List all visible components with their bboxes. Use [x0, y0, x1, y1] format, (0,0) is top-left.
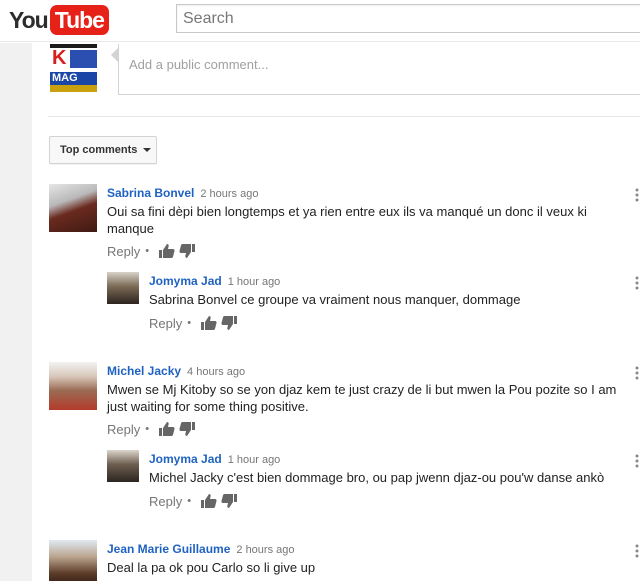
separator-dot: •: [187, 495, 192, 507]
comment-time[interactable]: 1 hour ago: [228, 454, 281, 466]
separator-dot: •: [187, 317, 192, 329]
caret-down-icon: [143, 148, 152, 152]
add-comment-box[interactable]: [118, 44, 640, 95]
sort-label: Top comments: [60, 144, 138, 156]
comment-header: Michel Jacky 4 hours ago: [107, 362, 245, 380]
masthead: You Tube: [0, 0, 640, 42]
separator-dot: •: [145, 245, 150, 257]
avatar[interactable]: [49, 362, 97, 410]
channel-logo-mark: [70, 50, 97, 68]
logo-you-text: You: [9, 6, 49, 33]
thumbs-up-icon[interactable]: [200, 315, 217, 331]
thumbs-up-icon[interactable]: [158, 243, 175, 259]
section-divider: [48, 116, 640, 117]
avatar[interactable]: [107, 450, 139, 482]
comment-author[interactable]: Jomyma Jad: [149, 274, 222, 288]
comment-text: Deal la pa ok pou Carlo so li give up: [107, 560, 316, 575]
thumbs-up-icon[interactable]: [200, 493, 217, 509]
comment-menu-icon[interactable]: [634, 544, 640, 558]
comment-actions: Reply •: [107, 243, 196, 259]
search-input[interactable]: [176, 4, 640, 33]
logo-tube-text: Tube: [49, 5, 109, 35]
comment-menu-icon[interactable]: [634, 276, 640, 290]
comment-author[interactable]: Jomyma Jad: [149, 452, 222, 466]
avatar[interactable]: [49, 184, 97, 232]
channel-logo-letter: K: [52, 47, 67, 69]
sort-comments-button[interactable]: Top comments: [49, 136, 157, 164]
comment-actions: Reply •: [149, 493, 238, 509]
comment-author[interactable]: Jean Marie Guillaume: [107, 542, 230, 556]
thumbs-down-icon[interactable]: [221, 493, 238, 509]
reply-button[interactable]: Reply: [107, 244, 140, 259]
avatar[interactable]: [49, 540, 97, 581]
add-comment-input[interactable]: [129, 54, 629, 74]
reply-button[interactable]: Reply: [149, 316, 182, 331]
left-gutter: [0, 43, 32, 581]
comment-time[interactable]: 4 hours ago: [187, 366, 245, 378]
comment-text: Oui sa fini dèpi bien longtemps et ya ri…: [107, 204, 587, 236]
channel-avatar[interactable]: K MAG: [50, 44, 97, 92]
separator-dot: •: [145, 423, 150, 435]
comment-menu-icon[interactable]: [634, 188, 640, 202]
thumbs-down-icon[interactable]: [221, 315, 238, 331]
comment-text: Sabrina Bonvel ce groupe va vraiment nou…: [149, 292, 521, 307]
comment-author[interactable]: Sabrina Bonvel: [107, 186, 194, 200]
reply-button[interactable]: Reply: [107, 422, 140, 437]
reply-button[interactable]: Reply: [149, 494, 182, 509]
comment-author[interactable]: Michel Jacky: [107, 364, 181, 378]
channel-logo-mag: MAG: [50, 72, 97, 85]
comment-text: Mwen se Mj Kitoby so se yon djaz kem te …: [107, 382, 617, 414]
comment-text: Michel Jacky c'est bien dommage bro, ou …: [149, 470, 605, 485]
comment-header: Sabrina Bonvel 2 hours ago: [107, 184, 258, 202]
comment-menu-icon[interactable]: [634, 454, 640, 468]
comment-header: Jean Marie Guillaume 2 hours ago: [107, 540, 295, 558]
comment-actions: Reply •: [107, 421, 196, 437]
comment-time[interactable]: 2 hours ago: [236, 544, 294, 556]
channel-logo-strip: [50, 85, 97, 92]
comment-actions: Reply •: [149, 315, 238, 331]
avatar[interactable]: [107, 272, 139, 304]
comment-header: Jomyma Jad 1 hour ago: [149, 272, 280, 290]
thumbs-up-icon[interactable]: [158, 421, 175, 437]
comment-header: Jomyma Jad 1 hour ago: [149, 450, 280, 468]
youtube-logo[interactable]: You Tube: [9, 5, 109, 35]
thumbs-down-icon[interactable]: [179, 421, 196, 437]
comment-menu-icon[interactable]: [634, 366, 640, 380]
comment-box-pointer: [111, 48, 118, 62]
comment-time[interactable]: 1 hour ago: [228, 276, 281, 288]
thumbs-down-icon[interactable]: [179, 243, 196, 259]
comment-time[interactable]: 2 hours ago: [200, 188, 258, 200]
